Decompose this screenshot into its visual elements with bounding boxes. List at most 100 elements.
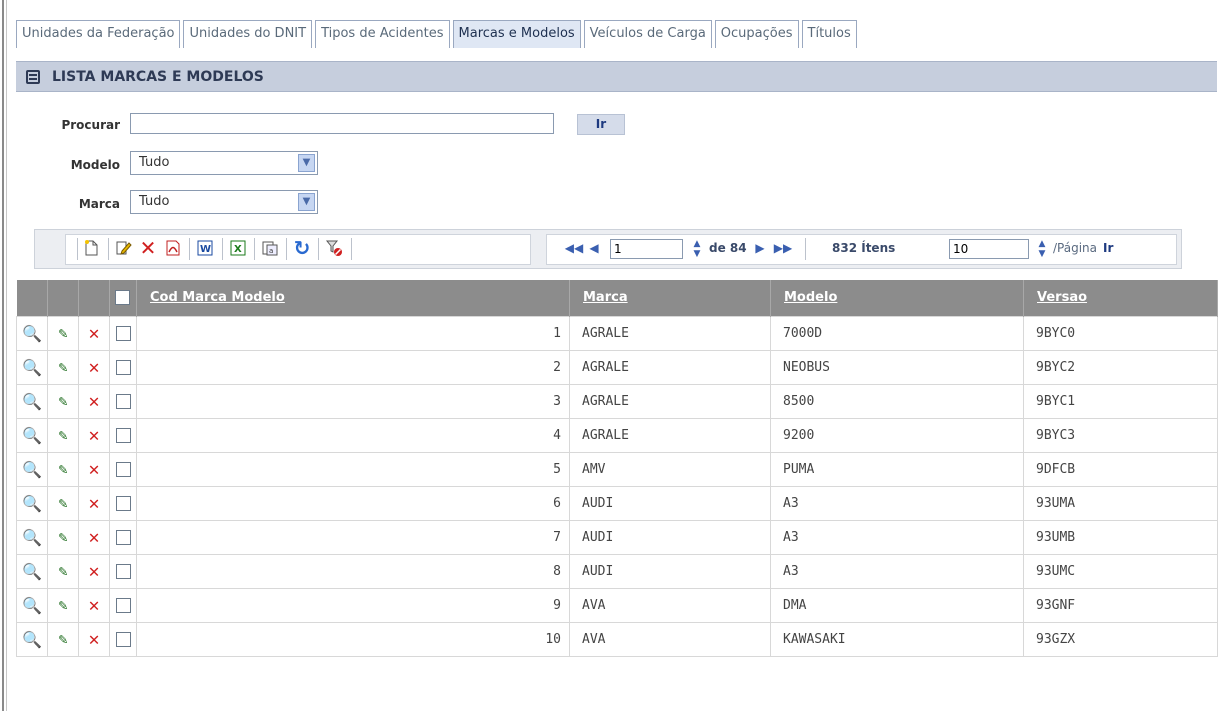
row-checkbox[interactable]	[115, 631, 131, 647]
sort-versao-link[interactable]: Versao	[1037, 290, 1087, 305]
row-checkbox[interactable]	[115, 461, 131, 477]
refresh-icon[interactable]: ↻	[291, 236, 313, 260]
marca-cell: AGRALE	[569, 417, 771, 453]
marca-select[interactable]: Tudo ▼	[130, 190, 318, 214]
delete-icon[interactable]: ✕	[89, 493, 100, 514]
toolbar-separator	[254, 238, 255, 260]
edit-icon[interactable]: ✎	[58, 596, 67, 614]
col-modelo: Modelo	[770, 280, 1024, 316]
row-checkbox[interactable]	[115, 495, 131, 511]
table-row: 🔍 ✎ ✕ 10 AVA KAWASAKI 93GZX	[16, 621, 1218, 657]
pager-go-button[interactable]: Ir	[1103, 241, 1113, 255]
magnifier-icon[interactable]: 🔍	[22, 358, 42, 377]
toolbar-separator	[805, 238, 806, 260]
row-checkbox[interactable]	[115, 427, 131, 443]
magnifier-icon[interactable]: 🔍	[22, 460, 42, 479]
delete-icon[interactable]: ✕	[89, 629, 100, 650]
edit-icon[interactable]: ✎	[58, 494, 67, 512]
delete-icon[interactable]: ✕	[89, 323, 100, 344]
sort-cod-marca-modelo-link[interactable]: Cod Marca Modelo	[150, 290, 285, 305]
page-spinner-icon[interactable]: ▲ ▼	[690, 239, 704, 259]
delete-cell: ✕	[78, 519, 110, 555]
edit-icon[interactable]: ✎	[58, 630, 67, 648]
per-page-spinner-icon[interactable]: ▲ ▼	[1035, 239, 1049, 259]
view-cell: 🔍	[16, 587, 48, 623]
magnifier-icon[interactable]: 🔍	[22, 392, 42, 411]
page-number-input[interactable]	[610, 239, 683, 259]
magnifier-icon[interactable]: 🔍	[22, 494, 42, 513]
row-checkbox[interactable]	[115, 325, 131, 341]
tab-ocupacoes[interactable]: Ocupações	[714, 20, 799, 48]
delete-icon[interactable]: ✕	[89, 561, 100, 582]
table-row: 🔍 ✎ ✕ 8 AUDI A3 93UMC	[16, 553, 1218, 589]
magnifier-icon[interactable]: 🔍	[22, 324, 42, 343]
edit-icon[interactable]: ✎	[58, 324, 67, 342]
delete-icon[interactable]: ✕	[89, 425, 100, 446]
delete-icon[interactable]: ✕	[89, 459, 100, 480]
per-page-input[interactable]	[949, 239, 1029, 259]
next-page-icon[interactable]: ▶	[749, 237, 771, 259]
row-checkbox[interactable]	[115, 597, 131, 613]
modelo-cell: PUMA	[770, 451, 1024, 487]
edit-icon[interactable]: ✎	[58, 392, 67, 410]
edit-icon[interactable]: ✎	[58, 562, 67, 580]
search-go-button[interactable]: Ir	[577, 114, 625, 135]
edit-icon[interactable]: ✎	[58, 358, 67, 376]
tab-tipos-acidentes[interactable]: Tipos de Acidentes	[315, 20, 450, 48]
cod-cell: 4	[136, 417, 570, 453]
grid-body: 🔍 ✎ ✕ 1 AGRALE 7000D 9BYC0 🔍 ✎ ✕ 2 AGRALE NEOBUS 9BYC…	[16, 315, 1218, 657]
magnifier-icon[interactable]: 🔍	[22, 630, 42, 649]
delete-icon[interactable]: ✕	[89, 595, 100, 616]
edit-icon[interactable]	[112, 237, 134, 259]
cod-cell: 9	[136, 587, 570, 623]
modelo-cell: A3	[770, 485, 1024, 521]
data-grid: Cod Marca Modelo Marca Modelo Versao 🔍 ✎ ✕…	[16, 280, 1218, 657]
clear-filter-icon[interactable]	[323, 237, 345, 259]
copy-icon[interactable]: a	[259, 237, 281, 259]
edit-icon[interactable]: ✎	[58, 460, 67, 478]
row-checkbox[interactable]	[115, 393, 131, 409]
magnifier-icon[interactable]: 🔍	[22, 528, 42, 547]
row-checkbox-cell	[109, 587, 137, 623]
row-checkbox[interactable]	[115, 563, 131, 579]
row-checkbox[interactable]	[115, 529, 131, 545]
row-checkbox[interactable]	[115, 359, 131, 375]
versao-cell: 93UMC	[1023, 553, 1218, 589]
marca-select-value: Tudo	[139, 194, 170, 209]
cod-cell: 10	[136, 621, 570, 657]
versao-cell: 93GNF	[1023, 587, 1218, 623]
marca-cell: AGRALE	[569, 383, 771, 419]
previous-page-icon[interactable]: ◀	[583, 237, 605, 259]
sort-marca-link[interactable]: Marca	[583, 290, 628, 305]
grid-header-empty	[47, 280, 79, 316]
pdf-icon[interactable]	[162, 237, 184, 259]
last-page-icon[interactable]: ▶▶	[772, 237, 794, 259]
tab-unidades-dnit[interactable]: Unidades do DNIT	[183, 20, 313, 48]
versao-cell: 9DFCB	[1023, 451, 1218, 487]
magnifier-icon[interactable]: 🔍	[22, 596, 42, 615]
magnifier-icon[interactable]: 🔍	[22, 562, 42, 581]
magnifier-icon[interactable]: 🔍	[22, 426, 42, 445]
tab-unidades-federacao[interactable]: Unidades da Federação	[16, 20, 181, 48]
new-document-icon[interactable]	[80, 237, 102, 259]
edit-cell: ✎	[47, 485, 79, 521]
delete-icon[interactable]: ✕	[89, 527, 100, 548]
edit-icon[interactable]: ✎	[58, 426, 67, 444]
first-page-icon[interactable]: ◀◀	[563, 237, 585, 259]
tab-marcas-modelos[interactable]: Marcas e Modelos	[452, 20, 581, 48]
word-icon[interactable]: W	[194, 237, 216, 259]
tab-titulos[interactable]: Títulos	[801, 20, 857, 48]
cod-cell: 8	[136, 553, 570, 589]
delete-icon[interactable]: ✕	[137, 236, 159, 260]
select-all-checkbox[interactable]	[115, 290, 130, 306]
modelo-select[interactable]: Tudo ▼	[130, 151, 318, 175]
edit-icon[interactable]: ✎	[58, 528, 67, 546]
versao-cell: 9BYC3	[1023, 417, 1218, 453]
excel-icon[interactable]: X	[227, 237, 249, 259]
sort-modelo-link[interactable]: Modelo	[784, 290, 837, 305]
delete-icon[interactable]: ✕	[89, 391, 100, 412]
search-input[interactable]	[130, 113, 554, 134]
tab-veiculos-carga[interactable]: Veículos de Carga	[583, 20, 712, 48]
delete-icon[interactable]: ✕	[89, 357, 100, 378]
modelo-cell: 7000D	[770, 315, 1024, 351]
